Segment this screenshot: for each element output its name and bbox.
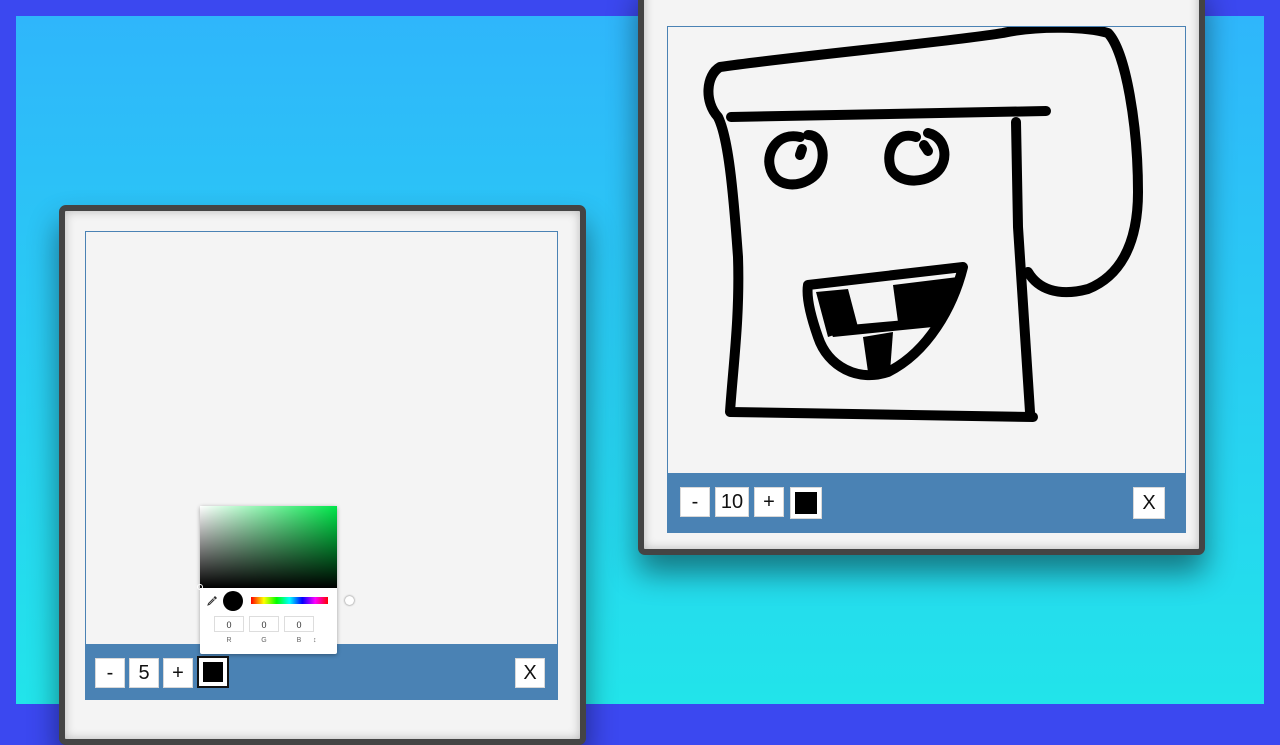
increase-size-button[interactable]: + [754, 487, 784, 517]
color-picker: 0 0 0 R G B ↕ [197, 506, 354, 654]
saturation-handle[interactable] [197, 584, 203, 590]
drawing-window-right: - 10 + X [638, 0, 1205, 555]
color-swatch-button[interactable] [197, 656, 229, 688]
color-swatch-button[interactable] [790, 487, 822, 519]
decrease-size-button[interactable]: - [95, 658, 125, 688]
green-label: G [261, 637, 267, 644]
current-color-swatch [203, 662, 223, 682]
saturation-area[interactable] [197, 506, 337, 590]
drawing-window-left: - 5 + X [59, 205, 586, 745]
red-field[interactable]: 0 [214, 616, 244, 632]
increase-size-button[interactable]: + [163, 658, 193, 688]
red-label: R [226, 637, 232, 644]
color-preview [223, 591, 243, 611]
decrease-size-button[interactable]: - [680, 487, 710, 517]
brush-size-value: 5 [129, 658, 159, 688]
blue-field[interactable]: 0 [284, 616, 314, 632]
mode-toggle-icon[interactable]: ↕ [313, 637, 317, 644]
green-field[interactable]: 0 [249, 616, 279, 632]
eyedropper-icon[interactable] [206, 595, 218, 607]
blue-label: B [296, 637, 302, 644]
drawing-canvas[interactable] [667, 26, 1186, 476]
brush-toolbar: - 10 + X [667, 473, 1186, 533]
close-button[interactable]: X [515, 658, 545, 688]
hue-slider[interactable] [251, 596, 354, 605]
brush-size-value: 10 [715, 487, 749, 517]
current-color-swatch [795, 492, 817, 514]
hue-handle[interactable] [345, 596, 354, 605]
close-button[interactable]: X [1133, 487, 1165, 519]
face-drawing [703, 27, 1143, 422]
